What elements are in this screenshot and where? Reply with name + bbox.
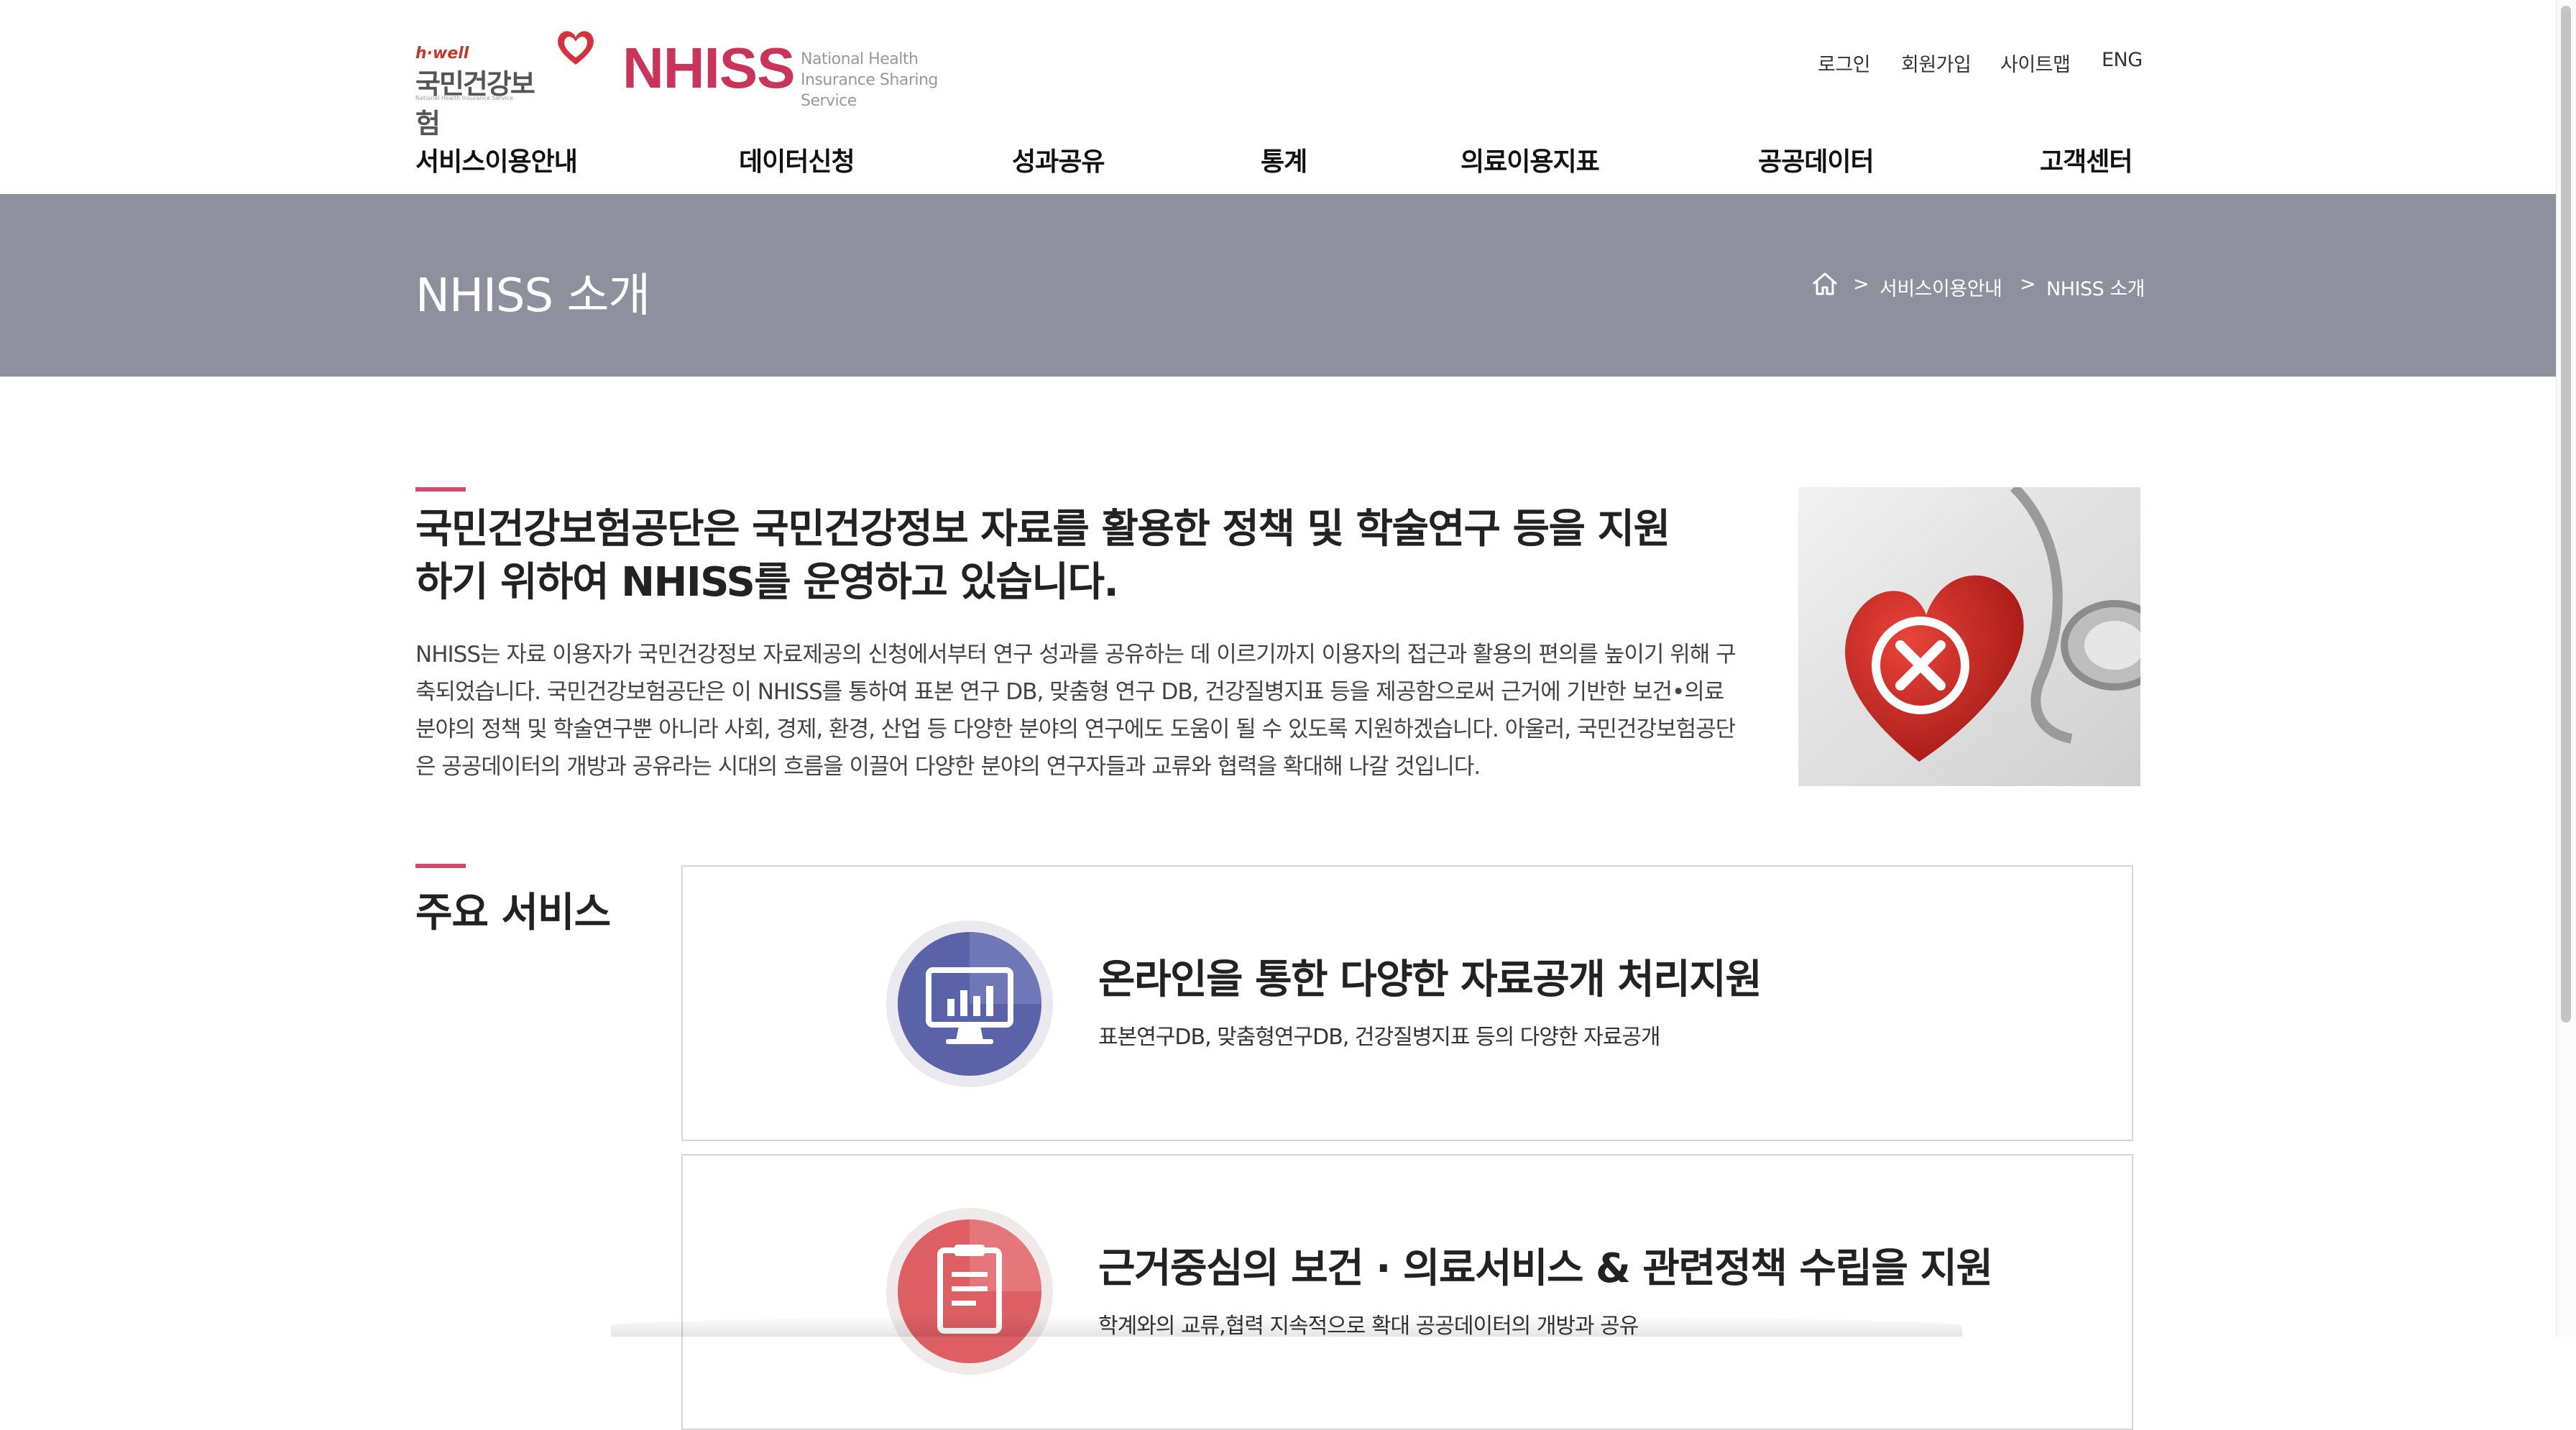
site-header: h·well 국민건강보험 National Health Insurance … [0, 0, 2556, 194]
gnb-statistics[interactable]: 통계 [1261, 141, 1307, 178]
gnb-public-data[interactable]: 공공데이터 [1758, 141, 1874, 178]
service-heading: 근거중심의 보건 · 의료서비스 & 관련정책 수립을 지원 [1098, 1245, 1993, 1292]
intro-description: NHISS는 자료 이용자가 국민건강정보 자료제공의 신청에서부터 연구 성과… [415, 636, 1745, 785]
service-card: 근거중심의 보건 · 의료서비스 & 관련정책 수립을 지원 학계와의 교류,협… [681, 1154, 2133, 1430]
bottom-fade [611, 1315, 1962, 1337]
intro-heading-line: 국민건강보험공단은 국민건강정보 자료를 활용한 정책 및 학술연구 등을 지원 [415, 506, 1670, 553]
login-link[interactable]: 로그인 [1818, 49, 1871, 77]
document-icon [886, 1208, 1053, 1375]
section-accent-bar [415, 487, 466, 492]
page-title-band [0, 194, 2556, 377]
page-title: NHISS 소개 [415, 269, 650, 323]
gnb-data-request[interactable]: 데이터신청 [739, 141, 855, 178]
home-icon[interactable] [1811, 271, 1839, 297]
intro-body-line: 은 공공데이터의 개방과 공유라는 시대의 흐름을 이끌어 다양한 분야의 연구… [415, 754, 1481, 780]
intro-body-line: 분야의 정책 및 학술연구뿐 아니라 사회, 경제, 환경, 산업 등 다양한 … [415, 716, 1736, 742]
service-heading: 온라인을 통한 다양한 자료공개 처리지원 [1098, 956, 1762, 1003]
nhiss-logo[interactable]: NHISS [622, 36, 795, 101]
gnb-medical-index[interactable]: 의료이용지표 [1460, 141, 1600, 178]
hwell-tag: h·well [415, 45, 469, 63]
nhis-logo[interactable]: h·well 국민건강보험 National Health Insurance … [415, 45, 545, 139]
intro-heading-line: 하기 위하여 NHISS를 운영하고 있습니다. [415, 559, 1119, 606]
signup-link[interactable]: 회원가입 [1901, 49, 1972, 77]
scrollbar-thumb[interactable] [2561, 6, 2571, 1023]
nhis-logo-text: 국민건강보험 [415, 68, 535, 139]
gnb-results[interactable]: 성과공유 [1012, 141, 1105, 178]
breadcrumb-separator: > [1853, 273, 1869, 295]
services-title: 주요 서비스 [415, 890, 611, 936]
intro-heading: 국민건강보험공단은 국민건강정보 자료를 활용한 정책 및 학술연구 등을 지원… [415, 503, 1752, 609]
breadcrumb-current: NHISS 소개 [2046, 278, 2145, 300]
intro-body-line: 축되었습니다. 국민건강보험공단은 이 NHISS를 통하여 표본 연구 DB,… [415, 679, 1724, 705]
sitemap-link[interactable]: 사이트맵 [2000, 49, 2071, 77]
monitor-chart-icon [886, 921, 1053, 1087]
nhiss-logo-subtitle: National Health Insurance Sharing Servic… [801, 50, 938, 110]
gnb-customer-center[interactable]: 고객센터 [2040, 141, 2133, 178]
breadcrumb-service-guide[interactable]: 서비스이용안내 [1880, 273, 2002, 301]
english-link[interactable]: ENG [2102, 49, 2143, 71]
nhis-logo-en: National Health Insurance Service [415, 95, 514, 101]
intro-body-line: NHISS는 자료 이용자가 국민건강정보 자료제공의 신청에서부터 연구 성과… [415, 642, 1736, 668]
heart-stethoscope-image [1798, 487, 2140, 786]
service-description: 표본연구DB, 맞춤형연구DB, 건강질병지표 등의 다양한 자료공개 [1098, 1025, 1661, 1050]
service-card: 온라인을 통한 다양한 자료공개 처리지원 표본연구DB, 맞춤형연구DB, 건… [681, 865, 2133, 1141]
gnb-service-guide[interactable]: 서비스이용안내 [415, 141, 578, 178]
heart-logo-icon [558, 31, 594, 65]
breadcrumb-separator: > [2020, 273, 2036, 295]
section-accent-bar [415, 864, 466, 868]
